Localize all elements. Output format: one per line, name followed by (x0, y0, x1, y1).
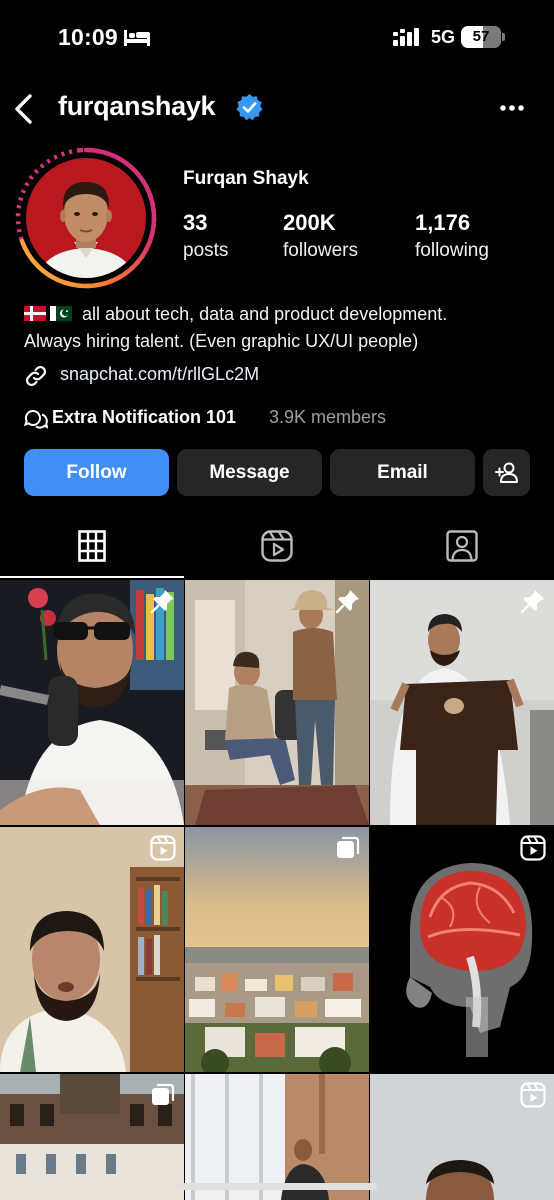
posts-grid (0, 580, 554, 1200)
bio-line-2: Always hiring talent. (Even graphic UX/U… (24, 331, 419, 351)
message-button[interactable]: Message (177, 449, 322, 496)
battery-percent: 57 (472, 28, 490, 45)
carousel-icon (152, 1083, 175, 1105)
stat-label: following (415, 240, 489, 261)
display-name: Furqan Shayk (183, 168, 309, 189)
post-thumbnail[interactable] (185, 1074, 369, 1200)
post-thumbnail[interactable] (370, 580, 554, 825)
stat-label: followers (283, 240, 358, 261)
reels-icon (520, 835, 546, 861)
channel-chat-icon (24, 409, 48, 429)
channel-member-count: 3.9K members (269, 407, 387, 427)
grid-icon (78, 530, 106, 562)
tagged-tab[interactable] (370, 520, 554, 578)
pakistan-flag-icon (50, 306, 72, 321)
followers-count[interactable]: 200K followers (283, 210, 358, 262)
link-text[interactable]: snapchat.com/t/rllGLc2M (60, 364, 259, 385)
stat-label: posts (183, 240, 229, 261)
avatar (26, 158, 146, 278)
cellular-signal-icon (393, 28, 419, 46)
link-icon (25, 365, 47, 387)
stat-value: 1,176 (415, 210, 471, 235)
battery-indicator: 57 (461, 26, 505, 48)
back-chevron-icon[interactable] (12, 92, 36, 126)
denmark-flag-icon (24, 306, 46, 321)
bio: all about tech, data and product develop… (24, 301, 534, 355)
pin-icon (335, 590, 359, 614)
pin-icon (520, 590, 544, 614)
network-type: 5G (431, 27, 456, 47)
reels-icon (150, 835, 176, 861)
channel-name: Extra Notification 101 (52, 407, 237, 427)
add-person-icon (495, 462, 518, 483)
suggested-people-button[interactable] (483, 449, 530, 496)
following-count[interactable]: 1,176 following (415, 210, 489, 262)
email-button[interactable]: Email (330, 449, 475, 496)
stat-value: 33 (183, 210, 208, 235)
carousel-icon (337, 836, 360, 858)
reels-icon (520, 1082, 546, 1108)
post-thumbnail[interactable] (185, 580, 369, 825)
status-bar: 10:09 5G 57 (0, 0, 554, 76)
home-indicator[interactable] (177, 1183, 377, 1190)
follow-button[interactable]: Follow (24, 449, 169, 496)
reels-tab[interactable] (185, 520, 369, 578)
post-thumbnail[interactable] (0, 827, 184, 1072)
profile-avatar-story-ring[interactable] (12, 144, 160, 292)
username: furqanshayk (58, 91, 216, 121)
post-thumbnail[interactable] (0, 1074, 184, 1200)
profile-header: furqanshayk (0, 86, 554, 132)
verified-badge-icon (236, 94, 263, 121)
post-thumbnail[interactable] (370, 1074, 554, 1200)
sleep-focus-icon (124, 30, 150, 46)
pin-icon (150, 590, 174, 614)
post-thumbnail[interactable] (370, 827, 554, 1072)
status-time: 10:09 (58, 24, 118, 50)
post-thumbnail[interactable] (185, 827, 369, 1072)
stat-value: 200K (283, 210, 336, 235)
more-options-icon[interactable] (499, 104, 525, 112)
posts-count[interactable]: 33 posts (183, 210, 228, 262)
tagged-person-icon (446, 530, 478, 562)
grid-tab[interactable] (0, 520, 184, 578)
post-thumbnail[interactable] (0, 580, 184, 825)
bio-line-1: all about tech, data and product develop… (82, 304, 448, 324)
reels-icon (261, 530, 293, 562)
profile-tabs (0, 520, 554, 578)
